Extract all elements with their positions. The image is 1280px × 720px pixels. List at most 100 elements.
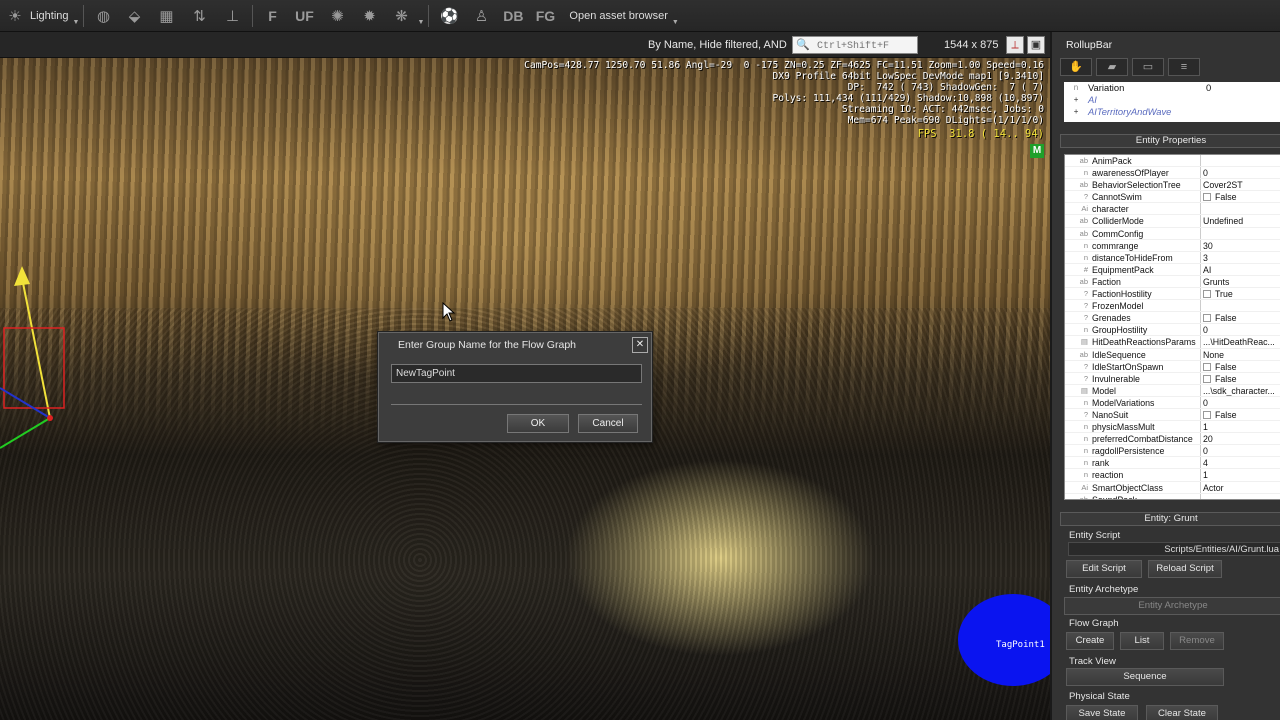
property-row[interactable]: Ai SmartObjectClass Actor (1065, 481, 1280, 494)
property-value[interactable]: 0 (1201, 445, 1280, 456)
transform-gizmo[interactable] (0, 258, 90, 468)
property-row[interactable]: ab BehaviorSelectionTree Cover2ST (1065, 179, 1280, 192)
property-row[interactable]: ? Grenades False (1065, 312, 1280, 325)
ok-button[interactable]: OK (507, 414, 569, 433)
checkbox[interactable] (1203, 410, 1211, 419)
property-row[interactable]: ab AnimPack (1065, 155, 1280, 168)
expand-icon[interactable]: + (1064, 94, 1088, 106)
property-value[interactable]: 0 (1201, 397, 1280, 408)
property-value[interactable]: False (1201, 191, 1280, 202)
gear-network-icon[interactable]: ❋ (385, 3, 417, 29)
tab-layers[interactable]: ≡ (1168, 58, 1200, 76)
property-row[interactable]: ? FrozenModel (1065, 300, 1280, 313)
property-value[interactable] (1201, 300, 1280, 311)
property-row[interactable]: n GroupHostility 0 (1065, 324, 1280, 337)
entity-archetype-button[interactable]: Entity Archetype (1064, 597, 1280, 615)
move-object-icon[interactable]: ⇅ (182, 3, 216, 29)
create-flowgraph-button[interactable]: Create (1066, 632, 1114, 650)
property-value[interactable]: ...\sdk_character... (1201, 385, 1280, 396)
property-row[interactable]: n rank 4 (1065, 457, 1280, 470)
list-flowgraph-button[interactable]: List (1120, 632, 1164, 650)
filter-label[interactable]: By Name, Hide filtered, AND (648, 39, 787, 51)
edit-script-button[interactable]: Edit Script (1066, 560, 1142, 578)
sequence-button[interactable]: Sequence (1066, 668, 1224, 686)
property-row[interactable]: n distanceToHideFrom 3 (1065, 251, 1280, 264)
property-row[interactable]: ? NanoSuit False (1065, 408, 1280, 422)
property-value[interactable]: Undefined (1201, 215, 1280, 226)
db-icon[interactable]: DB (497, 3, 529, 29)
property-row[interactable]: n reaction 1 (1065, 469, 1280, 482)
tab-display[interactable]: ▭ (1132, 58, 1164, 76)
lighting-icon[interactable]: ☀ (0, 3, 30, 29)
save-state-button[interactable]: Save State (1066, 705, 1138, 720)
uf-icon[interactable]: UF (287, 3, 321, 29)
property-row[interactable]: ▤ Model ...\sdk_character... (1065, 384, 1280, 397)
tab-objects[interactable]: ✋ (1060, 58, 1092, 76)
terrain-paint-icon[interactable]: ◍ (88, 3, 118, 29)
property-row[interactable]: ▤ HitDeathReactionsParams ...\HitDeathReac… (1065, 336, 1280, 349)
property-value[interactable] (1201, 203, 1280, 214)
property-row[interactable]: ab Faction Grunts (1065, 275, 1280, 289)
script-path-field[interactable]: Scripts/Entities/AI/Grunt.lua (1068, 542, 1280, 556)
property-row[interactable]: ? Invulnerable False (1065, 372, 1280, 385)
property-value[interactable]: None (1201, 349, 1280, 360)
resolution-icon[interactable]: ⟂ (1006, 36, 1024, 54)
property-value[interactable] (1201, 494, 1280, 499)
property-value[interactable] (1201, 155, 1280, 166)
gizmo-x-axis[interactable] (0, 417, 51, 449)
remove-flowgraph-button[interactable]: Remove (1170, 632, 1224, 650)
gizmo-y-axis[interactable] (21, 277, 51, 419)
property-row[interactable]: ? IdleStartOnSpawn False (1065, 360, 1280, 373)
tab-terrain[interactable]: ▰ (1096, 58, 1128, 76)
character-icon[interactable]: ♙ (465, 3, 497, 29)
property-value[interactable]: 0 (1206, 82, 1211, 94)
property-row[interactable]: ab ColliderMode Undefined (1065, 215, 1280, 228)
reload-script-button[interactable]: Reload Script (1148, 560, 1222, 578)
property-row[interactable]: ? CannotSwim False (1065, 191, 1280, 204)
property-row[interactable]: ab CommConfig (1065, 227, 1280, 240)
clear-state-button[interactable]: Clear State (1146, 705, 1218, 720)
property-value[interactable] (1201, 228, 1280, 239)
f-icon[interactable]: F (257, 3, 287, 29)
property-value[interactable]: 3 (1201, 252, 1280, 263)
checkbox[interactable] (1203, 193, 1211, 202)
axis-icon[interactable]: ⊥ (216, 3, 248, 29)
property-value[interactable]: 1 (1201, 421, 1280, 432)
property-value[interactable]: 4 (1201, 457, 1280, 468)
list-item[interactable]: n Variation 0 (1064, 82, 1280, 94)
close-icon[interactable]: ✕ (632, 337, 648, 353)
property-row[interactable]: n commrange 30 (1065, 239, 1280, 252)
property-value[interactable]: Grunts (1201, 276, 1280, 287)
property-value[interactable]: 0 (1201, 167, 1280, 178)
entity-properties-header[interactable]: Entity Properties (1060, 134, 1280, 148)
gizmo-z-axis[interactable] (0, 387, 51, 419)
cancel-button[interactable]: Cancel (578, 414, 638, 433)
entity-header[interactable]: Entity: Grunt (1060, 512, 1280, 526)
checkbox[interactable] (1203, 362, 1211, 371)
property-value[interactable]: False (1201, 373, 1280, 384)
property-value[interactable]: 30 (1201, 240, 1280, 251)
property-value[interactable]: True (1201, 288, 1280, 299)
list-item[interactable]: + AI (1064, 94, 1280, 106)
property-value[interactable]: Actor (1201, 482, 1280, 493)
property-value[interactable]: AI (1201, 264, 1280, 275)
atom-icon[interactable]: ✺ (321, 3, 353, 29)
property-value[interactable]: False (1201, 312, 1280, 323)
property-row[interactable]: Ai character (1065, 203, 1280, 216)
property-value[interactable]: ...\HitDeathReac... (1201, 336, 1280, 347)
property-value[interactable]: 1 (1201, 469, 1280, 480)
property-row[interactable]: n physicMassMult 1 (1065, 421, 1280, 434)
list-item[interactable]: + AITerritoryAndWave (1064, 106, 1280, 118)
property-row[interactable]: n ragdollPersistence 0 (1065, 445, 1280, 458)
property-row[interactable]: ab IdleSequence None (1065, 348, 1280, 361)
property-row[interactable]: ab SoundPack (1065, 493, 1280, 499)
property-value[interactable]: False (1201, 409, 1280, 420)
property-value[interactable]: False (1201, 361, 1280, 372)
toolbar-dropdown-icon[interactable]: ▼ (417, 19, 424, 26)
lighting-label[interactable]: Lighting (30, 10, 69, 22)
property-row[interactable]: n ModelVariations 0 (1065, 396, 1280, 409)
checkbox[interactable] (1203, 374, 1211, 383)
search-input[interactable] (792, 36, 918, 54)
property-value[interactable]: 0 (1201, 324, 1280, 335)
ball-icon[interactable]: ⚽ (433, 3, 465, 29)
